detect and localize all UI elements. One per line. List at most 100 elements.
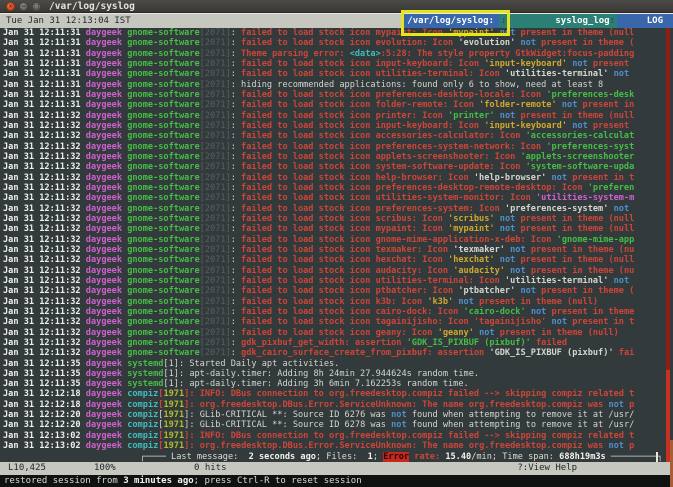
log-line[interactable]: Jan 31 12:11:32 daygeek gnome-software[2… [3, 121, 673, 131]
text-segment: Error [383, 452, 409, 462]
log-segment: <data> [350, 49, 381, 59]
log-segment: 'scribus' [448, 214, 495, 224]
current-file-segment[interactable]: /var/log/syslog: [402, 14, 499, 28]
log-line[interactable]: Jan 31 12:11:32 daygeek gnome-software[2… [3, 317, 673, 327]
log-segment: daygeek [86, 100, 127, 110]
log-segment: 'GDK_IS_PIXBUF (pixbuf)' [489, 348, 613, 358]
log-segment: Jan 31 12:11:31 [3, 38, 86, 48]
help-hint[interactable]: ?:View Help [517, 462, 577, 475]
log-segment: failed to load stock icon preferences-de… [241, 183, 588, 193]
log-segment: systemd [127, 359, 163, 369]
log-line[interactable]: Jan 31 12:11:32 daygeek gnome-software[2… [3, 193, 673, 203]
log-segment: daygeek [86, 69, 127, 79]
log-segment: [2071] [200, 307, 231, 317]
log-line[interactable]: Jan 31 12:11:32 daygeek gnome-software[2… [3, 286, 673, 296]
log-segment: daygeek [86, 224, 127, 234]
log-line[interactable]: Jan 31 12:11:32 daygeek gnome-software[2… [3, 214, 673, 224]
log-segment: Jan 31 12:11:32 [3, 224, 86, 234]
log-line[interactable]: Jan 31 12:11:32 daygeek gnome-software[2… [3, 173, 673, 183]
log-segment: Jan 31 12:11:31 [3, 49, 86, 59]
log-line[interactable]: Jan 31 12:11:31 daygeek gnome-software[2… [3, 100, 673, 110]
log-line[interactable]: Jan 31 12:11:31 daygeek gnome-software[2… [3, 69, 673, 79]
log-segment: compiz [127, 431, 158, 441]
log-line[interactable]: Jan 31 12:11:31 daygeek gnome-software[2… [3, 59, 673, 69]
log-segment: daygeek [86, 204, 127, 214]
log-segment: [2071] [200, 49, 231, 59]
log-line[interactable]: Jan 31 12:11:32 daygeek gnome-software[2… [3, 183, 673, 193]
log-line[interactable]: Jan 31 12:11:32 daygeek gnome-software[2… [3, 338, 673, 348]
log-segment: : [231, 245, 241, 255]
minimize-button[interactable]: – [19, 2, 28, 11]
log-line[interactable]: Jan 31 12:11:32 daygeek gnome-software[2… [3, 307, 673, 317]
log-segment: Jan 31 12:11:32 [3, 121, 86, 131]
log-view[interactable]: Jan 31 12:11:31 daygeek gnome-software[2… [0, 28, 673, 452]
log-segment: found when attempting to remove it at /u… [407, 410, 635, 420]
log-segment: not [500, 214, 516, 224]
maximize-button[interactable]: □ [32, 2, 41, 11]
log-line[interactable]: Jan 31 12:12:20 daygeek compiz[1971]: GL… [3, 420, 673, 430]
log-line[interactable]: Jan 31 12:11:31 daygeek gnome-software[2… [3, 28, 673, 38]
log-line[interactable]: Jan 31 12:11:32 daygeek gnome-software[2… [3, 348, 673, 358]
log-segment: gnome-software [127, 100, 199, 110]
log-line[interactable]: Jan 31 12:11:31 daygeek gnome-software[2… [3, 49, 673, 59]
log-line[interactable]: Jan 31 12:11:32 daygeek gnome-software[2… [3, 245, 673, 255]
log-segment: daygeek [86, 28, 127, 38]
log-segment: Jan 31 12:11:32 [3, 162, 86, 172]
log-line[interactable]: Jan 31 12:11:32 daygeek gnome-software[2… [3, 204, 673, 214]
log-line[interactable]: Jan 31 12:11:32 daygeek gnome-software[2… [3, 255, 673, 265]
scrollbar-error-indicator[interactable] [666, 28, 670, 462]
log-line[interactable]: Jan 31 12:12:20 daygeek compiz[1971]: GL… [3, 410, 673, 420]
log-line[interactable]: Jan 31 12:11:31 daygeek gnome-software[2… [3, 38, 673, 48]
log-line[interactable]: Jan 31 12:11:35 daygeek systemd[1]: apt-… [3, 369, 673, 379]
log-line[interactable]: Jan 31 12:11:32 daygeek gnome-software[2… [3, 328, 673, 338]
log-line[interactable]: Jan 31 12:12:18 daygeek compiz[1971]: or… [3, 400, 673, 410]
log-line[interactable]: Jan 31 12:11:32 daygeek gnome-software[2… [3, 224, 673, 234]
log-line[interactable]: Jan 31 12:11:31 daygeek gnome-software[2… [3, 80, 673, 90]
log-segment: present in theme (nu [526, 266, 635, 276]
log-line[interactable]: Jan 31 12:11:32 daygeek gnome-software[2… [3, 152, 673, 162]
log-line[interactable]: Jan 31 12:11:32 daygeek gnome-software[2… [3, 235, 673, 245]
log-segment: systemd [127, 369, 163, 379]
log-segment: not [531, 307, 547, 317]
log-line[interactable]: Jan 31 12:11:32 daygeek gnome-software[2… [3, 131, 673, 141]
log-level-segment[interactable]: LOG [617, 14, 673, 28]
text-segment: ┌──── Last message: [140, 452, 249, 462]
log-line[interactable]: Jan 31 12:11:35 daygeek systemd[1]: apt-… [3, 379, 673, 389]
log-segment: : [231, 193, 241, 203]
log-line[interactable]: Jan 31 12:11:32 daygeek gnome-software[2… [3, 111, 673, 121]
log-segment: : [231, 317, 241, 327]
log-segment: [1] [163, 379, 179, 389]
clock-text: Tue Jan 31 12:13:04 IST [0, 14, 131, 28]
log-segment: [2071] [200, 173, 231, 183]
log-line[interactable]: Jan 31 12:11:31 daygeek gnome-software[2… [3, 90, 673, 100]
log-segment: 'gnome-mime-app [557, 235, 635, 245]
log-segment: daygeek [86, 162, 127, 172]
log-segment: not [510, 266, 526, 276]
log-segment: not [500, 224, 516, 234]
log-segment: daygeek [86, 441, 127, 451]
log-segment: apt-daily.timer: Adding 3h 6min 7.162253… [189, 379, 468, 389]
log-segment: Jan 31 12:12:18 [3, 389, 86, 399]
log-line[interactable]: Jan 31 12:11:32 daygeek gnome-software[2… [3, 162, 673, 172]
text-segment: 2 seconds ago [249, 452, 316, 462]
log-segment: Jan 31 12:11:32 [3, 111, 86, 121]
log-segment: GLib-CRITICAL **: Source ID 6278 was [200, 420, 391, 430]
log-line[interactable]: Jan 31 12:13:02 daygeek compiz[1971]: IN… [3, 431, 673, 441]
window-titlebar[interactable]: ✕ – □ /var/log/syslog [0, 0, 673, 13]
log-line[interactable]: Jan 31 12:11:32 daygeek gnome-software[2… [3, 276, 673, 286]
log-line[interactable]: Jan 31 12:11:32 daygeek gnome-software[2… [3, 266, 673, 276]
log-line[interactable]: Jan 31 12:11:32 daygeek gnome-software[2… [3, 142, 673, 152]
close-button[interactable]: ✕ [6, 2, 15, 11]
log-segment: : [231, 90, 241, 100]
log-segment: gnome-software [127, 49, 199, 59]
log-line[interactable]: Jan 31 12:13:02 daygeek compiz[1971]: or… [3, 441, 673, 451]
log-segment: failed to load stock icon system-softwar… [241, 162, 526, 172]
log-segment: 'utilities-terminal' [505, 69, 608, 79]
log-line[interactable]: Jan 31 12:12:18 daygeek compiz[1971]: IN… [3, 389, 673, 399]
log-segment: Jan 31 12:11:32 [3, 152, 86, 162]
log-format-segment[interactable]: : syslog_log : [499, 14, 617, 28]
log-segment: [2071] [200, 142, 231, 152]
log-line[interactable]: Jan 31 12:11:32 daygeek gnome-software[2… [3, 297, 673, 307]
log-segment: failed to load stock icon gnome-mime-app… [241, 235, 557, 245]
log-line[interactable]: Jan 31 12:11:35 daygeek systemd[1]: Star… [3, 359, 673, 369]
